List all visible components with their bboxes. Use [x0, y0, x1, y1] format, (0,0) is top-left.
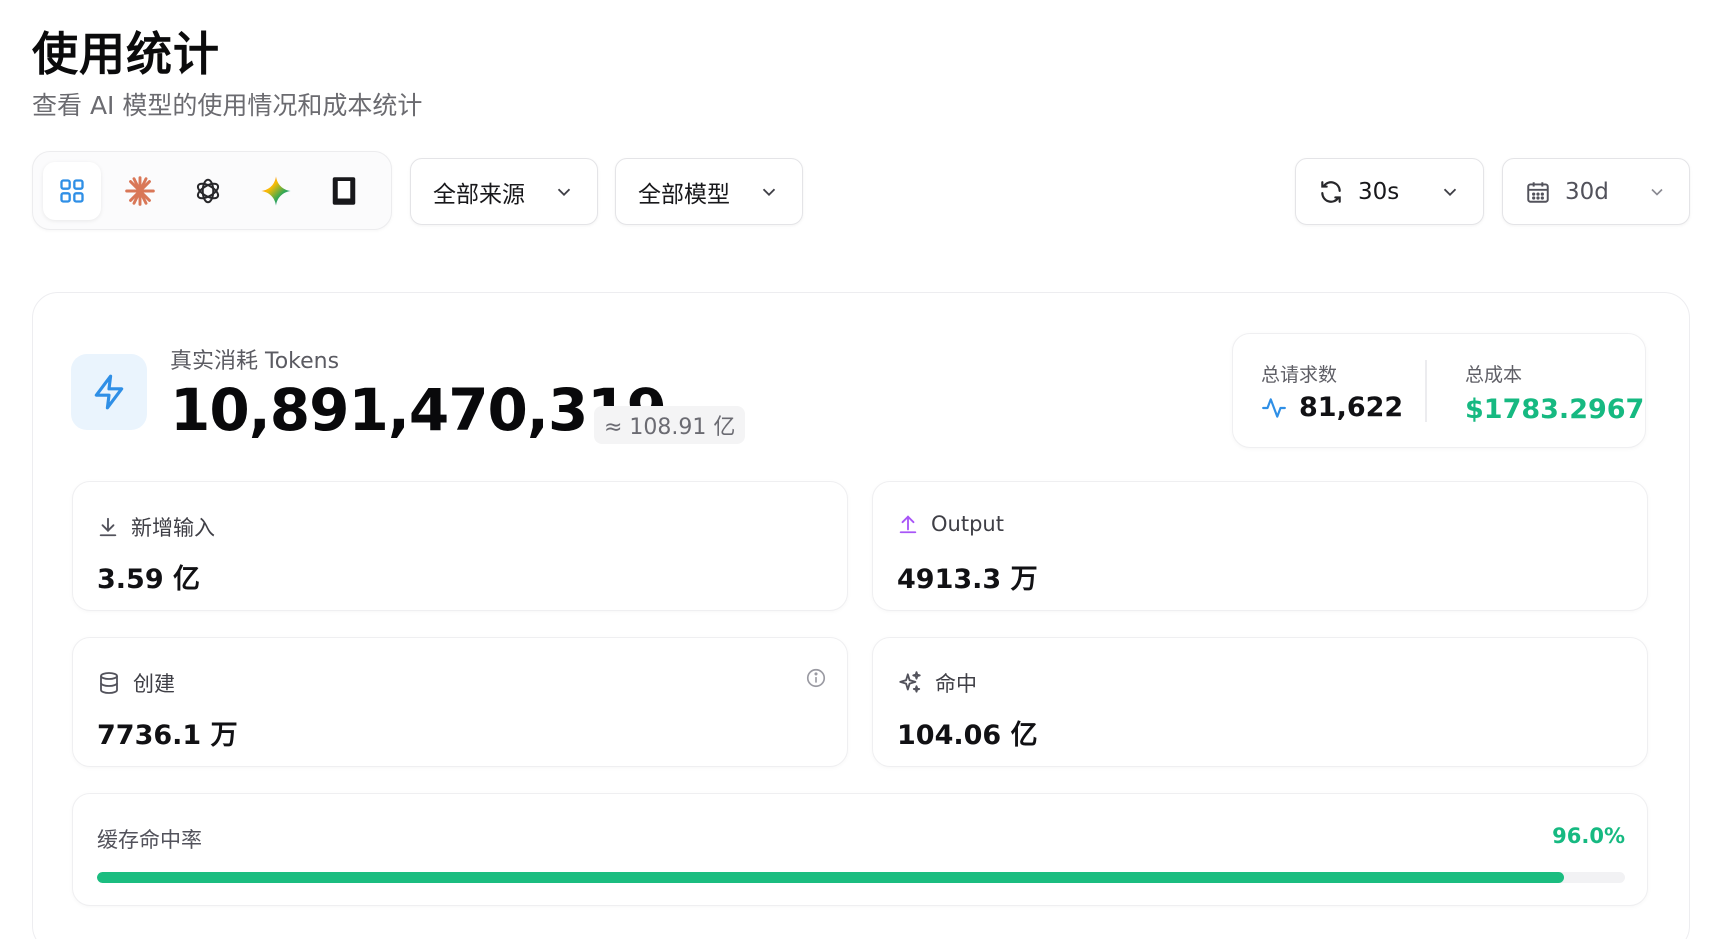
metric-create-label: 创建 — [133, 672, 175, 696]
calendar-icon — [1527, 181, 1549, 203]
total-requests-value: 81,622 — [1299, 392, 1404, 423]
metric-create-value: 7736.1 万 — [97, 720, 238, 751]
metric-input-label: 新增输入 — [131, 516, 215, 540]
source-filter-dropdown[interactable]: 全部来源 — [410, 158, 598, 225]
openai-icon — [196, 178, 220, 203]
request-cost-summary: 总请求数 81,622 总成本 $1783.2967 — [1232, 333, 1646, 448]
metric-card-input: 新增输入 3.59 亿 — [72, 481, 848, 611]
total-cost-value: $1783.2967 — [1465, 394, 1645, 425]
divider — [1425, 360, 1427, 422]
total-requests-label: 总请求数 — [1261, 364, 1338, 386]
claude-icon — [125, 175, 155, 206]
metric-card-hit: 命中 104.06 亿 — [872, 637, 1648, 767]
activity-icon — [1262, 397, 1286, 418]
chevron-down-icon — [557, 188, 571, 196]
refresh-interval-dropdown[interactable]: 30s — [1295, 158, 1484, 225]
provider-openai-button[interactable] — [179, 162, 237, 220]
tokens-value: 10,891,470,319 — [170, 376, 667, 444]
date-range-dropdown[interactable]: 30d — [1502, 158, 1690, 225]
tokens-badge — [71, 354, 147, 430]
total-cost-label: 总成本 — [1465, 364, 1523, 386]
metric-input-value: 3.59 亿 — [97, 564, 201, 595]
model-filter-label: 全部模型 — [638, 181, 730, 208]
page-title: 使用统计 — [32, 27, 220, 81]
metric-card-create: 创建 7736.1 万 — [72, 637, 848, 767]
cache-hit-progress-fill — [97, 872, 1564, 883]
refresh-icon — [1321, 180, 1341, 203]
provider-all-button[interactable] — [43, 161, 101, 220]
metric-hit-value: 104.06 亿 — [897, 720, 1038, 751]
lightning-icon — [94, 374, 124, 410]
tokens-approx-badge: ≈ 108.91 亿 — [594, 406, 746, 444]
grid-icon — [60, 178, 84, 203]
source-filter-label: 全部来源 — [433, 181, 525, 208]
cache-hit-rate-value: 96.0% — [1552, 824, 1625, 848]
model-filter-dropdown[interactable]: 全部模型 — [615, 158, 803, 225]
chevron-down-icon — [1443, 188, 1457, 196]
chevron-down-icon — [1651, 188, 1663, 196]
tokens-label: 真实消耗 Tokens — [170, 349, 340, 374]
page-subtitle: 查看 AI 模型的使用情况和成本统计 — [32, 91, 423, 120]
kiro-icon — [332, 176, 356, 205]
sparkles-icon — [899, 671, 921, 693]
database-icon — [100, 672, 118, 694]
metric-hit-label: 命中 — [935, 672, 977, 696]
provider-claude-button[interactable] — [111, 162, 169, 220]
metric-card-output: Output 4913.3 万 — [872, 481, 1648, 611]
metric-output-label: Output — [931, 512, 1004, 536]
cache-hit-progress-track — [97, 872, 1625, 883]
cache-hit-rate-label: 缓存命中率 — [97, 828, 202, 852]
cache-hit-rate-card: 缓存命中率 96.0% — [72, 793, 1648, 906]
total-requests: 81,622 — [1261, 392, 1403, 423]
provider-selector — [32, 151, 392, 230]
provider-kiro-button[interactable] — [315, 162, 373, 220]
info-icon[interactable] — [805, 667, 827, 689]
refresh-interval-label: 30s — [1358, 178, 1400, 205]
upload-icon — [899, 515, 917, 534]
date-range-label: 30d — [1565, 178, 1609, 205]
gemini-icon — [261, 175, 291, 206]
metric-output-value: 4913.3 万 — [897, 564, 1038, 595]
chevron-down-icon — [762, 188, 776, 196]
provider-gemini-button[interactable] — [247, 162, 305, 220]
download-icon — [99, 517, 117, 537]
